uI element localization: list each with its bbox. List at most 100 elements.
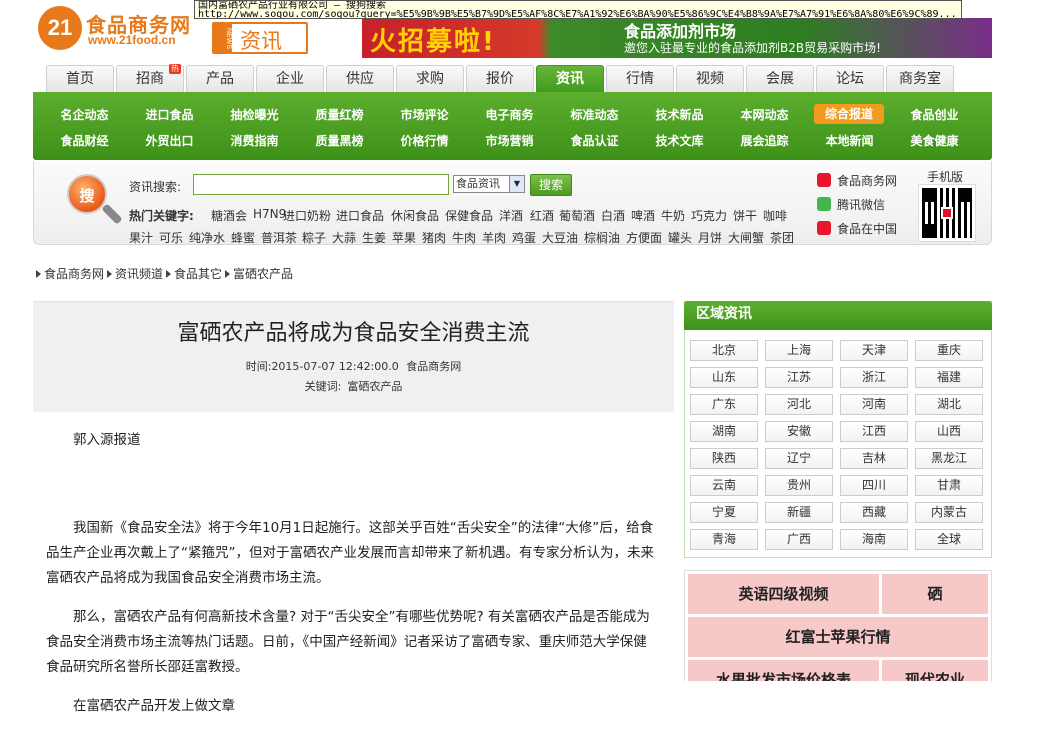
nav-tab[interactable]: 企业 [256, 65, 324, 92]
hot-keyword-link[interactable]: 棕榈油 [584, 229, 620, 246]
nav-tab[interactable]: 资讯 [536, 65, 604, 93]
subnav-item[interactable]: 市场评论 [382, 106, 467, 123]
region-city-link[interactable]: 新疆 [765, 502, 833, 523]
subnav-item[interactable]: 质量黑榜 [297, 132, 382, 149]
hot-keyword-link[interactable]: 饼干 [733, 207, 757, 224]
nav-tab[interactable]: 首页 [46, 65, 114, 92]
region-city-link[interactable]: 上海 [765, 340, 833, 361]
hot-keyword-link[interactable]: 果汁 [129, 229, 153, 246]
subnav-item[interactable]: 标准动态 [552, 106, 637, 123]
hot-keyword-link[interactable]: 粽子 [302, 229, 326, 246]
subnav-item[interactable]: 技术文库 [637, 132, 722, 149]
subnav-item[interactable]: 本网动态 [722, 106, 807, 123]
subnav-item[interactable]: 食品财经 [42, 132, 127, 149]
search-input[interactable] [193, 174, 449, 195]
hot-keyword-link[interactable]: 休闲食品 [391, 207, 439, 224]
subnav-item[interactable]: 名企动态 [42, 106, 127, 123]
hot-keyword-link[interactable]: 进口食品 [336, 207, 384, 224]
hot-keyword-link[interactable]: 牛奶 [661, 207, 685, 224]
search-category-select[interactable]: 食品资讯 ▼ [453, 175, 525, 193]
related-link[interactable]: 红富士苹果行情 [688, 617, 988, 657]
hot-keyword-link[interactable]: 红酒 [530, 207, 554, 224]
hot-keyword-link[interactable]: 大蒜 [332, 229, 356, 246]
subnav-item[interactable]: 食品创业 [892, 106, 977, 123]
subnav-item[interactable]: 进口食品 [127, 106, 212, 123]
subnav-item[interactable]: 食品认证 [552, 132, 637, 149]
region-city-link[interactable]: 吉林 [840, 448, 908, 469]
related-link[interactable]: 英语四级视频 [688, 574, 879, 614]
hot-keyword-link[interactable]: 巧克力 [691, 207, 727, 224]
nav-tab[interactable]: 产品 [186, 65, 254, 92]
subnav-item[interactable]: 外贸出口 [127, 132, 212, 149]
region-city-link[interactable]: 全球 [915, 529, 983, 550]
hot-keyword-link[interactable]: 方便面 [626, 229, 662, 246]
region-city-link[interactable]: 西藏 [840, 502, 908, 523]
site-url[interactable]: www.21food.cn [88, 33, 176, 47]
hot-keyword-link[interactable]: 普洱茶 [261, 229, 297, 246]
region-city-link[interactable]: 湖南 [690, 421, 758, 442]
search-button[interactable]: 搜索 [530, 174, 572, 196]
subnav-item[interactable]: 展会追踪 [722, 132, 807, 149]
hot-keyword-link[interactable]: 啤酒 [631, 207, 655, 224]
region-city-link[interactable]: 湖北 [915, 394, 983, 415]
hot-keyword-link[interactable]: 生姜 [362, 229, 386, 246]
region-city-link[interactable]: 四川 [840, 475, 908, 496]
hot-keyword-link[interactable]: 苹果 [392, 229, 416, 246]
subnav-item[interactable]: 消费指南 [212, 132, 297, 149]
hot-keyword-link[interactable]: 保健食品 [445, 207, 493, 224]
hot-keyword-link[interactable]: 牛肉 [452, 229, 476, 246]
region-city-link[interactable]: 山东 [690, 367, 758, 388]
region-city-link[interactable]: 重庆 [915, 340, 983, 361]
related-link[interactable]: 水果批发市场价格表 [688, 660, 879, 681]
ad-banner[interactable]: 火招募啦! 食品添加剂市场 邀您入驻最专业的食品添加剂B2B贸易采购市场! [362, 18, 992, 58]
hot-keyword-link[interactable]: 鸡蛋 [512, 229, 536, 246]
subnav-item[interactable]: 市场营销 [467, 132, 552, 149]
subnav-item[interactable]: 本地新闻 [807, 132, 892, 149]
nav-tab[interactable]: 招商热 [116, 64, 184, 92]
subnav-item[interactable]: 美食健康 [892, 132, 977, 149]
region-city-link[interactable]: 江西 [840, 421, 908, 442]
hot-keyword-link[interactable]: H7N9 [253, 207, 286, 221]
hot-keyword-link[interactable]: 洋酒 [499, 207, 523, 224]
hot-keyword-link[interactable]: 进口奶粉 [283, 207, 331, 224]
hot-keyword-link[interactable]: 羊肉 [482, 229, 506, 246]
region-city-link[interactable]: 陕西 [690, 448, 758, 469]
region-city-link[interactable]: 云南 [690, 475, 758, 496]
weibo-link-2[interactable]: 食品在中国 [817, 220, 897, 237]
hot-keyword-link[interactable]: 白酒 [601, 207, 625, 224]
region-city-link[interactable]: 黑龙江 [915, 448, 983, 469]
hot-keyword-link[interactable]: 大闸蟹 [728, 229, 764, 246]
subnav-item[interactable]: 综合报道 [814, 104, 884, 124]
nav-tab[interactable]: 供应 [326, 65, 394, 92]
weibo-link[interactable]: 食品商务网 [817, 172, 897, 189]
subnav-item[interactable]: 电子商务 [467, 106, 552, 123]
region-city-link[interactable]: 贵州 [765, 475, 833, 496]
nav-tab[interactable]: 会展 [746, 65, 814, 92]
keyword-link[interactable]: 富硒农产品 [347, 380, 402, 393]
nav-tab[interactable]: 求购 [396, 65, 464, 92]
region-city-link[interactable]: 江苏 [765, 367, 833, 388]
wechat-link[interactable]: 腾讯微信 [817, 196, 885, 213]
region-city-link[interactable]: 天津 [840, 340, 908, 361]
region-city-link[interactable]: 河南 [840, 394, 908, 415]
region-city-link[interactable]: 浙江 [840, 367, 908, 388]
related-link[interactable]: 现代农业 [882, 660, 988, 681]
article-source[interactable]: 食品商务网 [406, 360, 461, 373]
nav-tab[interactable]: 论坛 [816, 65, 884, 92]
hot-keyword-link[interactable]: 蜂蜜 [231, 229, 255, 246]
hot-keyword-link[interactable]: 大豆油 [542, 229, 578, 246]
subnav-item[interactable]: 价格行情 [382, 132, 467, 149]
breadcrumb-link[interactable]: 资讯频道 [115, 267, 163, 281]
region-city-link[interactable]: 海南 [840, 529, 908, 550]
hot-keyword-link[interactable]: 糖酒会 [211, 207, 247, 224]
hot-keyword-link[interactable]: 罐头 [668, 229, 692, 246]
hot-keyword-link[interactable]: 月饼 [698, 229, 722, 246]
region-city-link[interactable]: 福建 [915, 367, 983, 388]
region-city-link[interactable]: 安徽 [765, 421, 833, 442]
hot-keyword-link[interactable]: 茶团 [770, 229, 794, 246]
hot-keyword-link[interactable]: 猪肉 [422, 229, 446, 246]
region-city-link[interactable]: 广东 [690, 394, 758, 415]
nav-tab[interactable]: 商务室 [886, 65, 954, 92]
region-city-link[interactable]: 内蒙古 [915, 502, 983, 523]
region-city-link[interactable]: 广西 [765, 529, 833, 550]
